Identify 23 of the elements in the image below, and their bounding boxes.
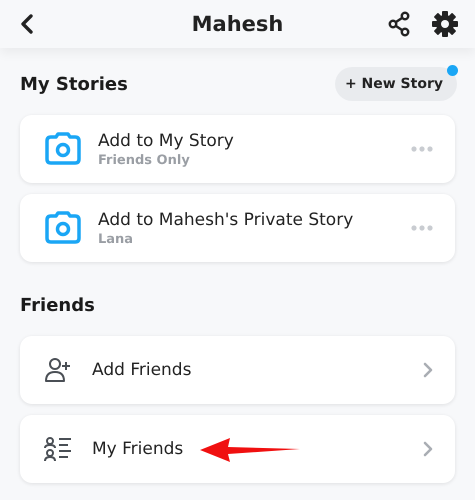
menu-row[interactable]: My Friends — [20, 415, 455, 483]
add-person-icon — [44, 357, 72, 383]
story-title: Add to My Story — [98, 130, 235, 150]
story-card[interactable]: Add to My Story Friends Only — [20, 115, 455, 183]
page-title: Mahesh — [192, 12, 284, 36]
camera-icon — [44, 132, 82, 166]
section-title: My Stories — [20, 74, 128, 94]
row-label: Add Friends — [92, 360, 192, 380]
story-title: Add to Mahesh's Private Story — [98, 210, 354, 230]
share-button[interactable] — [387, 11, 411, 37]
menu-row[interactable]: Add Friends — [20, 336, 455, 404]
camera-icon — [44, 211, 82, 245]
chevron-right-icon — [423, 441, 433, 457]
story-card[interactable]: Add to Mahesh's Private Story Lana — [20, 194, 455, 262]
story-subtitle: Lana — [98, 232, 134, 246]
new-story-button[interactable]: + New Story — [334, 67, 457, 101]
settings-button[interactable] — [431, 10, 459, 38]
back-button[interactable] — [20, 13, 34, 35]
friends-list-icon — [44, 436, 72, 462]
story-subtitle: Friends Only — [98, 152, 191, 168]
section-title: Friends — [20, 294, 95, 316]
chevron-right-icon — [423, 362, 433, 378]
row-label: My Friends — [92, 439, 184, 459]
